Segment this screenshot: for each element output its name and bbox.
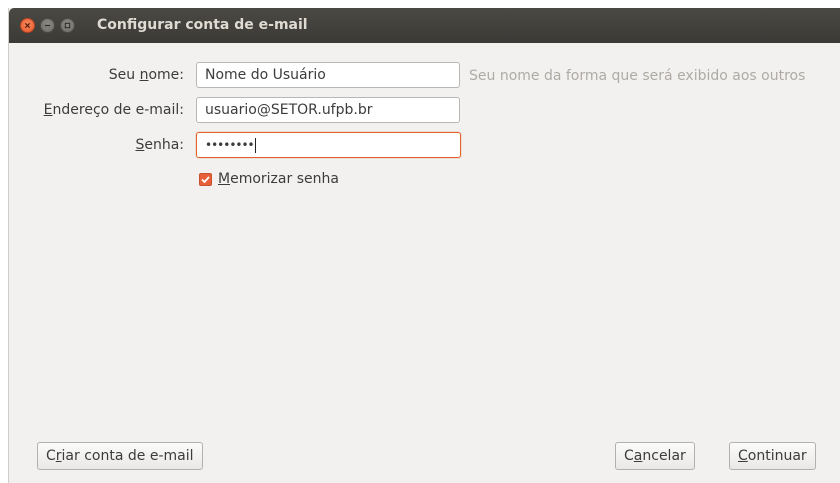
create-account-button[interactable]: Criar conta de e-mail (37, 442, 203, 470)
password-field[interactable]: •••••••• (196, 132, 461, 158)
remember-password-checkbox[interactable] (199, 172, 212, 186)
titlebar: Configurar conta de e-mail (9, 8, 840, 43)
close-icon[interactable] (20, 18, 35, 33)
minimize-icon[interactable] (40, 18, 55, 33)
remember-password-label: Memorizar senha (218, 171, 339, 187)
name-hint: Seu nome da forma que será exibido aos o… (469, 68, 806, 84)
remember-password-checkbox-row[interactable]: Memorizar senha (199, 171, 339, 187)
password-label: Senha: (135, 137, 184, 153)
text-caret (254, 137, 256, 153)
email-field[interactable]: usuario@SETOR.ufpb.br (196, 97, 460, 123)
account-setup-window: Configurar conta de e-mail Seu nome: Nom… (8, 8, 840, 483)
name-label: Seu nome: (108, 67, 184, 83)
maximize-icon[interactable] (60, 18, 75, 33)
email-label: Endereço de e-mail: (43, 102, 184, 118)
cancel-button[interactable]: Cancelar (615, 442, 695, 470)
continue-button[interactable]: Continuar (729, 442, 816, 470)
name-field[interactable]: Nome do Usuário (196, 62, 460, 88)
window-title: Configurar conta de e-mail (97, 17, 308, 33)
